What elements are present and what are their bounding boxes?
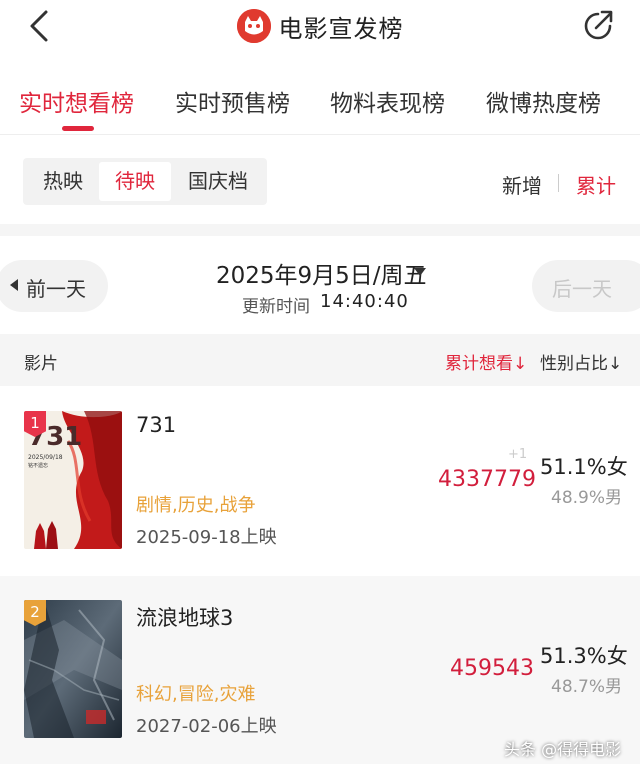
segment-showing[interactable]: 热映: [27, 162, 99, 201]
status-segment: 热映 待映 国庆档: [23, 158, 267, 205]
active-tab-indicator: [62, 126, 94, 131]
release-date: 2025-09-18上映: [136, 527, 277, 548]
next-day-button[interactable]: 后一天: [532, 260, 640, 312]
update-time-value: 14:40:40: [320, 291, 409, 312]
main-tabs: 实时想看榜 实时预售榜 物料表现榜 微博热度榜: [0, 76, 640, 134]
film-genres: 科幻,冒险,灾难: [136, 684, 256, 705]
column-wish-sort[interactable]: 累计想看↓: [445, 349, 527, 374]
film-poster[interactable]: 731 2025/09/18 铭不遗忘 1: [24, 411, 122, 549]
date-picker[interactable]: 2025年9月5日/周五: [216, 256, 427, 290]
column-gender-sort[interactable]: 性别占比↓: [540, 349, 622, 374]
film-title[interactable]: 流浪地球3: [136, 602, 233, 632]
tab-material-performance[interactable]: 物料表现榜: [330, 84, 445, 118]
share-button[interactable]: [580, 8, 616, 44]
page-title: 电影宣发榜: [278, 14, 404, 43]
male-ratio: 48.9%男: [551, 488, 623, 508]
mode-divider: [558, 174, 559, 192]
wish-delta: +1: [508, 447, 528, 462]
page: 电影宣发榜 实时想看榜 实时预售榜 物料表现榜 微博热度榜 热映 待映 国庆档 …: [0, 0, 640, 769]
segment-upcoming[interactable]: 待映: [99, 162, 171, 201]
caret-left-icon: [10, 279, 18, 291]
section-gap: [0, 224, 640, 236]
film-title[interactable]: 731: [136, 413, 176, 437]
female-ratio: 51.1%女: [540, 455, 628, 479]
wish-count: 4337779: [438, 467, 536, 492]
app-header: 电影宣发榜: [0, 0, 640, 52]
release-date: 2027-02-06上映: [136, 716, 277, 737]
tab-realtime-presale[interactable]: 实时预售榜: [175, 84, 290, 118]
update-time-label: 更新时间: [242, 297, 310, 317]
table-header: 影片 累计想看↓ 性别占比↓: [0, 334, 640, 386]
tab-weibo-heat[interactable]: 微博热度榜: [486, 84, 601, 118]
watermark: 头条 @得得电影: [504, 740, 622, 759]
table-row[interactable]: 731 2025/09/18 铭不遗忘 1 731 剧情,历史,战争 2025-…: [0, 387, 640, 575]
poster-date: 2025/09/18: [28, 454, 63, 461]
caret-down-icon[interactable]: [414, 268, 426, 276]
prev-day-button[interactable]: 前一天: [0, 260, 108, 312]
share-icon: [584, 10, 613, 40]
title-group: 电影宣发榜: [0, 6, 640, 46]
column-film: 影片: [24, 354, 58, 374]
mode-cumulative[interactable]: 累计: [576, 170, 616, 199]
segment-national-day[interactable]: 国庆档: [173, 162, 263, 201]
cat-logo-icon: [236, 9, 271, 43]
divider: [0, 134, 640, 135]
female-ratio: 51.3%女: [540, 644, 628, 668]
mode-new[interactable]: 新增: [502, 170, 542, 199]
prev-day-label: 前一天: [26, 277, 86, 301]
poster-tagline: 铭不遗忘: [28, 462, 48, 469]
wish-count: 459543: [450, 656, 534, 681]
date-navigator: 前一天 2025年9月5日/周五 更新时间 14:40:40 后一天: [0, 236, 640, 334]
film-genres: 剧情,历史,战争: [136, 495, 256, 516]
male-ratio: 48.7%男: [551, 677, 623, 697]
tab-realtime-wish[interactable]: 实时想看榜: [19, 84, 134, 118]
next-day-label: 后一天: [552, 277, 612, 301]
film-poster[interactable]: 2: [24, 600, 122, 738]
